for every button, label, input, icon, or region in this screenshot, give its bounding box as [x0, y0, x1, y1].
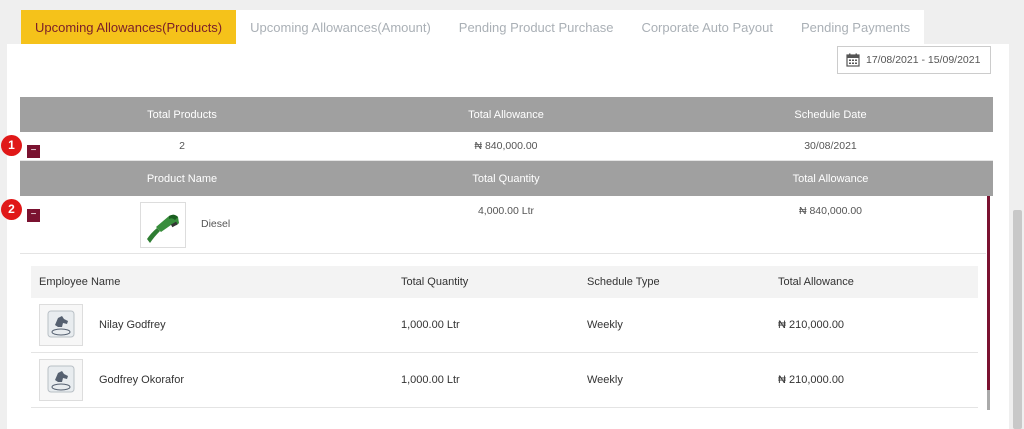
header-total-quantity: Total Quantity [401, 276, 469, 288]
header-total-products: Total Products [147, 108, 217, 121]
date-range-picker[interactable]: 17/08/2021 - 15/09/2021 [837, 46, 991, 74]
header-schedule-type: Schedule Type [587, 276, 660, 288]
schedule-date-value: 30/08/2021 [804, 140, 857, 152]
product-allowance: ₦ 840,000.00 [798, 205, 863, 217]
minus-icon: − [30, 145, 37, 156]
minus-icon: − [30, 209, 37, 220]
employee-table: Employee Name Total Quantity Schedule Ty… [31, 266, 978, 408]
fuel-nozzle-icon [147, 214, 179, 243]
header-schedule-date: Schedule Date [794, 108, 867, 121]
header-total-allowance: Total Allowance [778, 276, 854, 288]
product-name: Diesel [201, 218, 231, 230]
employee-allowance: ₦ 210,000.00 [778, 319, 845, 331]
employee-table-header: Employee Name Total Quantity Schedule Ty… [31, 266, 978, 298]
table-row: Godfrey Okorafor 1,000.00 Ltr Weekly ₦ 2… [31, 353, 978, 408]
header-total-allowance: Total Allowance [792, 172, 869, 185]
employee-quantity: 1,000.00 Ltr [401, 374, 460, 386]
collapse-product-button[interactable]: − [27, 209, 40, 222]
inner-scrollbar-track[interactable] [987, 196, 990, 396]
tab-pending-product-purchase[interactable]: Pending Product Purchase [444, 10, 628, 44]
summary-table-header: Total Products Total Allowance Schedule … [20, 97, 993, 132]
callout-badge-2: 2 [1, 199, 22, 220]
product-row: Diesel 4,000.00 Ltr ₦ 840,000.00 [20, 196, 986, 254]
tab-upcoming-allowances-amount[interactable]: Upcoming Allowances(Amount) [236, 10, 445, 44]
employee-quantity: 1,000.00 Ltr [401, 319, 460, 331]
total-products-value: 2 [179, 140, 185, 152]
table-row: Nilay Godfrey 1,000.00 Ltr Weekly ₦ 210,… [31, 298, 978, 353]
calendar-icon [846, 53, 860, 67]
header-product-name: Product Name [146, 172, 218, 185]
avatar [39, 304, 83, 346]
employee-allowance: ₦ 210,000.00 [778, 374, 845, 386]
page-scrollbar[interactable] [1013, 210, 1022, 429]
horse-logo-icon [47, 365, 75, 393]
header-total-quantity: Total Quantity [472, 172, 540, 185]
summary-table-row: 2 ₦ 840,000.00 30/08/2021 [20, 132, 993, 161]
employee-schedule-type: Weekly [587, 374, 623, 386]
employee-name: Nilay Godfrey [99, 319, 166, 331]
employee-schedule-type: Weekly [587, 319, 623, 331]
product-image [140, 202, 186, 248]
avatar [39, 359, 83, 401]
product-table-header: Product Name Total Quantity Total Allowa… [20, 161, 993, 196]
employee-name: Godfrey Okorafor [99, 374, 184, 386]
tab-pending-payments[interactable]: Pending Payments [786, 10, 925, 44]
header-employee-name: Employee Name [39, 276, 121, 288]
collapse-summary-button[interactable]: − [27, 145, 40, 158]
callout-badge-1: 1 [1, 135, 22, 156]
tab-bar: Upcoming Allowances(Products) Upcoming A… [21, 10, 925, 44]
date-range-text: 17/08/2021 - 15/09/2021 [866, 54, 981, 66]
header-total-allowance: Total Allowance [468, 108, 544, 121]
tab-corporate-auto-payout[interactable]: Corporate Auto Payout [627, 10, 787, 44]
tab-upcoming-allowances-products[interactable]: Upcoming Allowances(Products) [21, 10, 237, 44]
total-allowance-value: ₦ 840,000.00 [474, 140, 538, 152]
inner-scrollbar-thumb[interactable] [987, 390, 990, 410]
product-quantity: 4,000.00 Ltr [477, 205, 535, 217]
horse-logo-icon [47, 310, 75, 338]
